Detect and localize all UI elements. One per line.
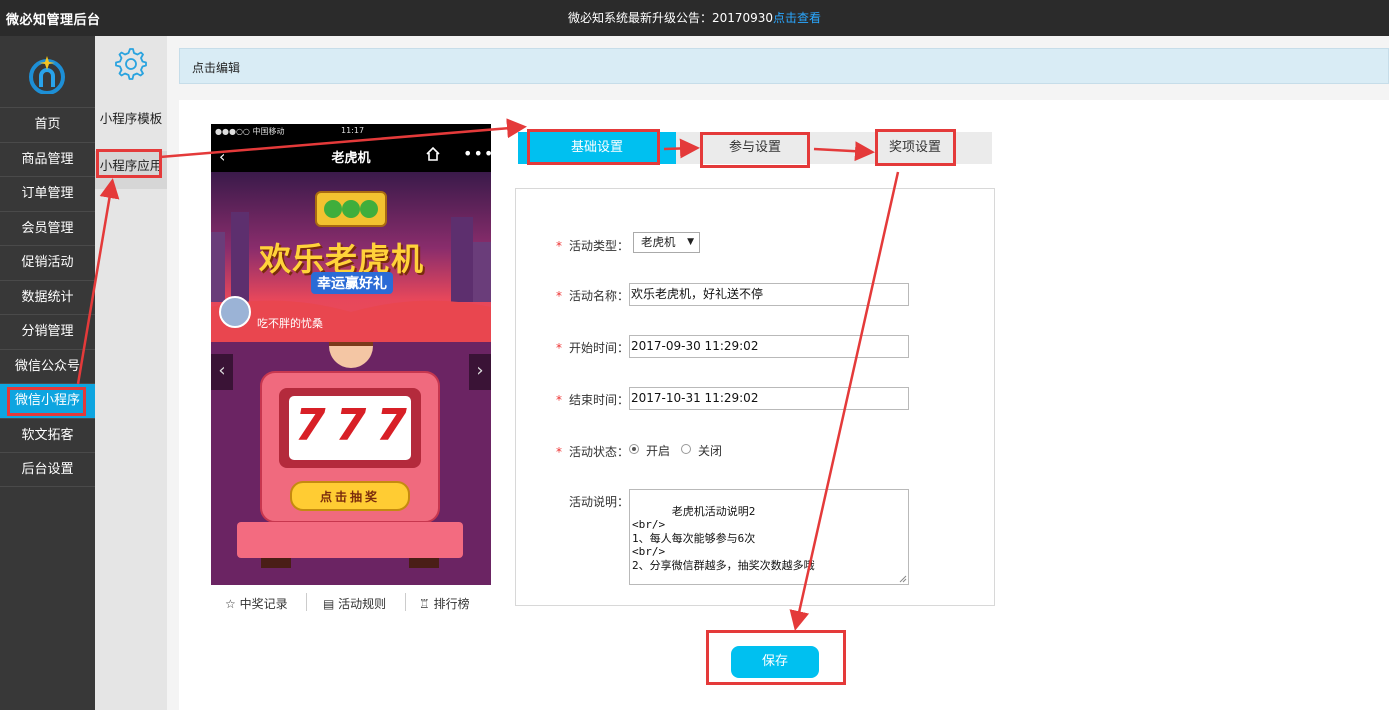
- phone-preview: ●●●○○ 中国移动 11:17 ‹ 老虎机 ••• 欢乐老虎机 幸运赢好礼 吃…: [211, 124, 491, 585]
- row-activity-status: * 活动状态： 开启 关闭: [556, 444, 723, 459]
- edit-bar: 点击编辑: [179, 48, 1389, 84]
- sub-sidebar: 小程序模板 小程序应用: [95, 36, 167, 710]
- carousel-prev-icon[interactable]: ‹: [211, 354, 233, 390]
- sidebar-nav: 首页 商品管理 订单管理 会员管理 促销活动 数据统计 分销管理 微信公众号 微…: [0, 107, 95, 487]
- status-off-radio[interactable]: [681, 444, 691, 454]
- phone-carrier: ●●●○○ 中国移动: [215, 127, 285, 136]
- phone-tab-win-records[interactable]: ☆ 中奖记录: [225, 595, 288, 612]
- star-icon: ☆: [225, 597, 236, 611]
- slot-machine-art: [237, 323, 463, 568]
- sidebar-item-members[interactable]: 会员管理: [0, 210, 95, 246]
- tab-participation-settings[interactable]: 参与设置: [700, 132, 810, 164]
- activity-status-label: 活动状态：: [569, 445, 630, 459]
- phone-tab-leaderboard[interactable]: ♖ 排行榜: [419, 595, 470, 612]
- end-time-label: 结束时间：: [569, 393, 630, 407]
- phone-time: 11:17: [341, 126, 365, 135]
- edit-bar-label: 点击编辑: [192, 61, 241, 75]
- tab-prize-settings[interactable]: 奖项设置: [876, 132, 954, 164]
- slot-reels: 777: [295, 400, 417, 451]
- banner-subtitle: 幸运赢好礼: [311, 272, 393, 294]
- document-icon: ▤: [323, 597, 335, 611]
- sidebar-item-statistics[interactable]: 数据统计: [0, 279, 95, 315]
- gear-icon: [115, 48, 147, 80]
- activity-description-textarea[interactable]: 老虎机活动说明2 <br/> 1、每人每次能够参与6次 <br/> 2、分享微信…: [629, 489, 909, 585]
- sidebar-item-soft-article[interactable]: 软文拓客: [0, 417, 95, 453]
- sidebar-item-products[interactable]: 商品管理: [0, 141, 95, 177]
- end-time-input[interactable]: 2017-10-31 11:29:02: [629, 387, 909, 410]
- row-activity-name: * 活动名称： 欢乐老虎机，好礼送不停: [516, 283, 996, 307]
- notice-text: 微必知系统最新升级公告：20170930: [567, 11, 774, 25]
- status-on-radio[interactable]: [629, 444, 639, 454]
- row-activity-type: * 活动类型： 老虎机 ▼: [516, 232, 996, 257]
- row-end-time: * 结束时间： 2017-10-31 11:29:02: [516, 387, 996, 411]
- subnav-item-template[interactable]: 小程序模板: [95, 108, 167, 127]
- phone-banner: 欢乐老虎机 幸运赢好礼: [211, 172, 491, 342]
- settings-tabs: 基础设置 参与设置 奖项设置: [518, 132, 992, 164]
- status-off-label: 关闭: [698, 444, 723, 458]
- row-activity-description: 活动说明： 老虎机活动说明2 <br/> 1、每人每次能够参与6次 <br/> …: [516, 489, 996, 585]
- activity-type-select[interactable]: 老虎机 ▼: [633, 232, 700, 253]
- sidebar-item-wechat-official[interactable]: 微信公众号: [0, 348, 95, 384]
- user-avatar: [219, 296, 251, 328]
- phone-bottom-tabs: ☆ 中奖记录 ▤ 活动规则 ♖ 排行榜: [211, 591, 491, 617]
- draw-button[interactable]: 点击抽奖: [291, 488, 409, 505]
- home-icon: [426, 146, 440, 161]
- phone-tab-rules[interactable]: ▤ 活动规则: [323, 595, 386, 612]
- logo-icon: [29, 56, 65, 94]
- top-bar: 微必知管理后台 微必知系统最新升级公告：20170930点击查看: [0, 0, 1389, 36]
- phone-status-bar: ●●●○○ 中国移动 11:17: [211, 124, 491, 138]
- activity-description-label: 活动说明：: [569, 495, 630, 509]
- slot-machine-area: 777 点击抽奖: [211, 323, 491, 585]
- notice-link[interactable]: 点击查看: [773, 11, 821, 25]
- phone-title: 老虎机: [331, 151, 371, 166]
- trophy-icon: ♖: [419, 597, 430, 611]
- sidebar-item-home[interactable]: 首页: [0, 107, 95, 142]
- sidebar-item-settings[interactable]: 后台设置: [0, 452, 95, 487]
- sidebar-item-distribution[interactable]: 分销管理: [0, 314, 95, 349]
- username: 吃不胖的忧桑: [257, 317, 323, 330]
- resize-grip-icon[interactable]: [899, 575, 907, 583]
- upgrade-notice: 微必知系统最新升级公告：20170930点击查看: [0, 9, 1389, 26]
- activity-name-input[interactable]: 欢乐老虎机，好礼送不停: [629, 283, 909, 306]
- subnav-item-application[interactable]: 小程序应用: [95, 151, 167, 189]
- sidebar-item-orders[interactable]: 订单管理: [0, 176, 95, 211]
- activity-type-label: 活动类型：: [569, 239, 630, 253]
- start-time-label: 开始时间：: [569, 341, 630, 355]
- carousel-next-icon[interactable]: ›: [469, 354, 491, 390]
- dropdown-arrow-icon: ▼: [687, 237, 694, 247]
- sidebar-item-mini-program[interactable]: 微信小程序: [0, 383, 95, 418]
- activity-name-label: 活动名称：: [569, 289, 630, 303]
- tab-basic-settings[interactable]: 基础设置: [518, 132, 676, 164]
- main-sidebar: 首页 商品管理 订单管理 会员管理 促销活动 数据统计 分销管理 微信公众号 微…: [0, 36, 95, 710]
- save-button[interactable]: 保存: [731, 646, 819, 678]
- status-on-label: 开启: [646, 444, 671, 458]
- more-icon: •••: [463, 144, 491, 163]
- start-time-input[interactable]: 2017-09-30 11:29:02: [629, 335, 909, 358]
- activity-form: * 活动类型： 老虎机 ▼ * 活动名称： 欢乐老虎机，好礼送不停 * 开始时间： 20…: [515, 188, 995, 606]
- sidebar-item-promotions[interactable]: 促销活动: [0, 245, 95, 280]
- phone-title-bar: ‹ 老虎机 •••: [211, 138, 491, 172]
- row-start-time: * 开始时间： 2017-09-30 11:29:02: [516, 335, 996, 359]
